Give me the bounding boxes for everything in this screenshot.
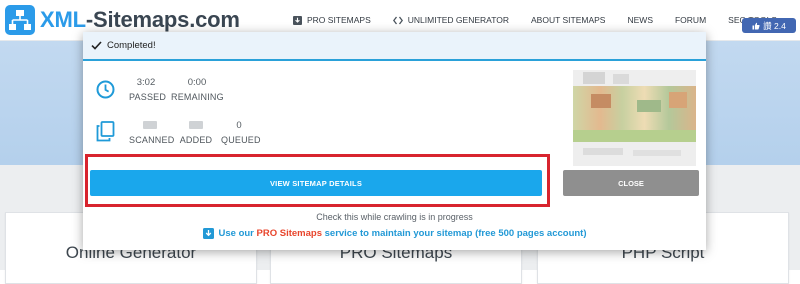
dialog-header: Completed! [83,32,706,61]
like-button[interactable]: 讚 2.4 [742,18,796,33]
code-brackets-icon [392,16,403,25]
pages-scanned-label: SCANNED [129,135,175,145]
like-count: 讚 2.4 [763,20,786,31]
time-remaining: 0:00 REMAINING [171,76,224,102]
nav-unlimited-generator-label: UNLIMITED GENERATOR [407,15,509,25]
close-button[interactable]: CLOSE [563,170,699,196]
nav-about-sitemaps[interactable]: ABOUT SITEMAPS [531,15,605,25]
crawl-hint: Check this while crawling is in progress [316,212,473,222]
nav-news-label: NEWS [627,15,653,25]
time-remaining-label: REMAINING [171,92,224,102]
promo-pro-sitemaps-link[interactable]: PRO Sitemaps [257,228,322,239]
nav-news[interactable]: NEWS [627,15,653,25]
pages-added-label: ADDED [179,135,213,145]
nav-pro-sitemaps[interactable]: PRO SITEMAPS [293,15,371,25]
view-sitemap-details-button[interactable]: VIEW SITEMAP DETAILS [90,170,542,196]
dialog-title: Completed! [107,40,156,51]
nav-forum-label: FORUM [674,15,707,25]
promo-text-prefix: Use our [218,228,254,239]
pages-queued-value: 0 [236,120,242,131]
pages-added: ADDED [179,119,213,145]
pages-scanned: SCANNED [129,119,175,145]
nav-unlimited-generator[interactable]: UNLIMITED GENERATOR [392,15,509,25]
logo-text-sitemaps: -Sitemaps.com [85,7,240,32]
copy-pages-icon [96,121,115,142]
promo-text-suffix: service to maintain your sitemap (free 5… [324,228,587,239]
time-passed-label: PASSED [129,92,167,102]
time-passed-value: 3:02 [136,77,156,88]
download-box-icon [293,15,302,25]
time-remaining-value: 0:00 [187,77,207,88]
thumbs-up-icon [752,22,760,30]
nav-forum[interactable]: FORUM [675,15,706,25]
clock-icon [96,80,115,99]
pages-queued: 0 QUEUED [221,119,261,145]
site-preview-thumbnail [573,70,696,166]
time-passed: 3:02 PASSED [129,76,167,102]
nav-about-sitemaps-label: ABOUT SITEMAPS [531,15,606,25]
logo-text: XML-Sitemaps.com [40,7,240,33]
nav-pro-sitemaps-label: PRO SITEMAPS [307,15,371,25]
crawl-progress-dialog: Completed! 3:02 PASSED 0:00 REMAINING SC… [83,32,706,250]
pro-sitemaps-promo[interactable]: Use our PRO Sitemaps service to maintain… [83,228,706,239]
download-box-icon [202,228,214,239]
pages-queued-label: QUEUED [221,135,261,145]
sitemap-logo-icon [5,5,35,35]
added-value-obscured [189,121,203,130]
logo-text-xml: XML [40,7,86,32]
scanned-value-obscured [143,121,157,130]
checkmark-icon [91,41,102,50]
